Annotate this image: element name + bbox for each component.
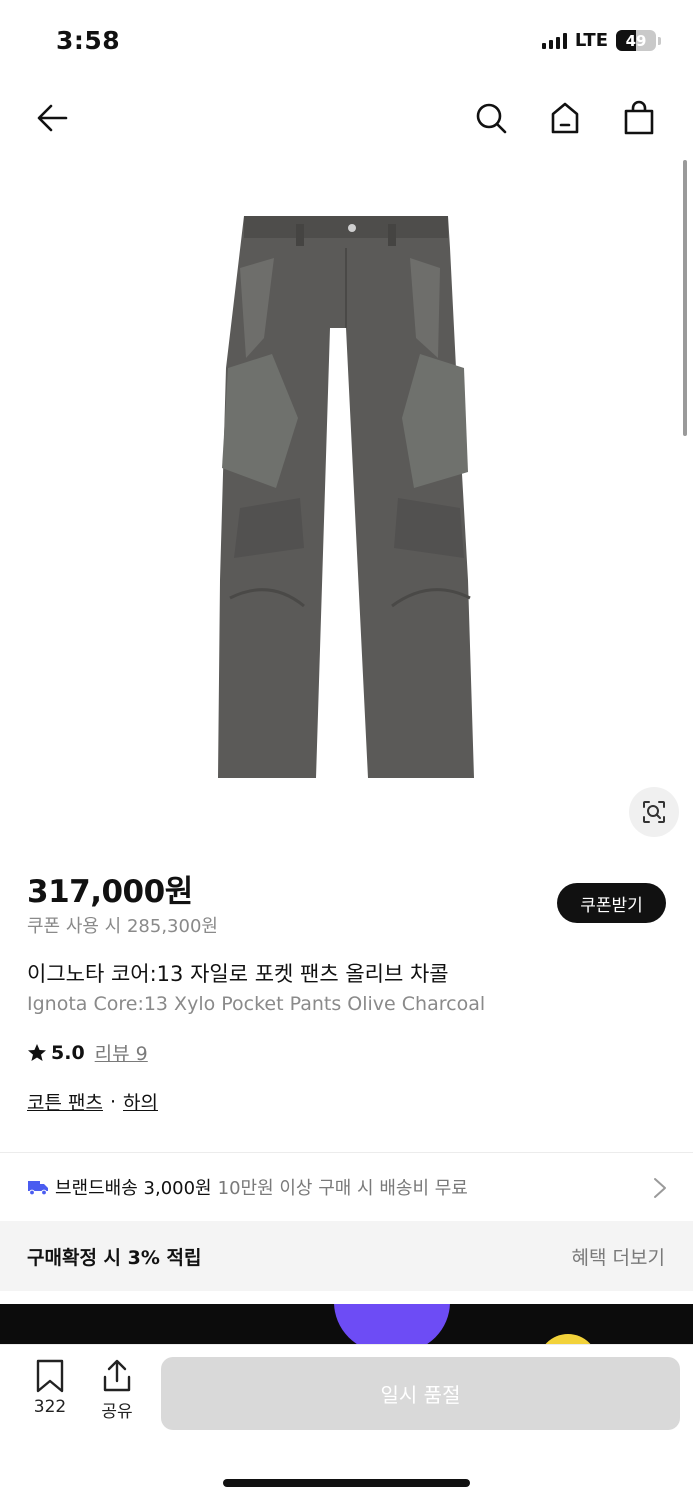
get-coupon-button[interactable]: 쿠폰받기 — [557, 883, 666, 923]
battery-icon: 49 — [616, 30, 656, 51]
top-nav — [0, 82, 693, 154]
share-button[interactable]: 공유 — [89, 1359, 145, 1422]
chevron-right-icon — [654, 1178, 666, 1198]
category-separator: · — [109, 1090, 117, 1113]
banner-graphic-coin — [538, 1334, 598, 1344]
home-icon — [551, 102, 579, 134]
status-time: 3:58 — [56, 26, 121, 55]
back-button[interactable] — [30, 96, 74, 140]
cart-button[interactable] — [617, 96, 661, 140]
banner-graphic — [334, 1304, 450, 1344]
rating-row: 5.0 리뷰 9 — [27, 1039, 148, 1066]
product-price: 317,000원 — [27, 874, 193, 910]
like-button[interactable]: 322 — [22, 1359, 78, 1417]
points-label: 구매확정 시 3% 적립 — [27, 1246, 202, 1269]
reviews-link[interactable]: 리뷰 9 — [95, 1039, 148, 1066]
shipping-fee: 브랜드배송 3,000원 — [55, 1178, 212, 1199]
delivery-truck-icon — [28, 1181, 48, 1196]
network-label: LTE — [574, 30, 608, 51]
visual-search-button[interactable] — [629, 787, 679, 837]
search-button[interactable] — [469, 96, 513, 140]
battery-tip — [658, 36, 661, 45]
free-shipping-note: 10만원 이상 구매 시 배송비 무료 — [217, 1178, 468, 1199]
battery-percent: 49 — [625, 31, 647, 50]
search-icon — [476, 103, 507, 134]
sold-out-button[interactable]: 일시 품절 — [161, 1357, 680, 1430]
product-name-ko: 이그노타 코어:13 자일로 포켓 팬츠 올리브 차콜 — [27, 962, 449, 986]
home-indicator — [223, 1479, 470, 1487]
coupon-price: 쿠폰 사용 시 285,300원 — [27, 916, 218, 937]
star-icon — [28, 1043, 46, 1061]
image-search-icon — [643, 801, 665, 823]
bookmark-icon — [36, 1359, 64, 1393]
product-image[interactable] — [180, 208, 500, 798]
status-bar: 3:58 LTE 49 — [0, 0, 693, 82]
points-section: 구매확정 시 3% 적립 혜택 더보기 — [0, 1221, 693, 1291]
share-label: 공유 — [101, 1402, 133, 1422]
promo-banner[interactable] — [0, 1304, 693, 1344]
more-benefits-link[interactable]: 혜택 더보기 — [572, 1243, 665, 1270]
signal-icon — [541, 32, 567, 49]
cargo-pants-illustration — [218, 216, 474, 778]
shipping-info-row[interactable]: 브랜드배송 3,000원 10만원 이상 구매 시 배송비 무료 — [0, 1153, 693, 1221]
rating-score: 5.0 — [51, 1041, 85, 1064]
shopping-bag-icon — [624, 100, 654, 135]
home-button[interactable] — [543, 96, 587, 140]
back-arrow-icon — [37, 104, 68, 132]
product-name-en: Ignota Core:13 Xylo Pocket Pants Olive C… — [27, 993, 486, 1015]
bottom-action-bar: 322 공유 일시 품절 — [0, 1344, 693, 1500]
share-icon — [103, 1359, 131, 1392]
like-count: 322 — [33, 1397, 67, 1417]
status-indicators: LTE 49 — [541, 30, 661, 51]
category-link-cotton-pants[interactable]: 코튼 팬츠 — [27, 1088, 103, 1115]
category-breadcrumb: 코튼 팬츠 · 하의 — [27, 1088, 158, 1115]
scroll-indicator — [683, 160, 687, 436]
category-link-bottoms[interactable]: 하의 — [123, 1088, 158, 1115]
